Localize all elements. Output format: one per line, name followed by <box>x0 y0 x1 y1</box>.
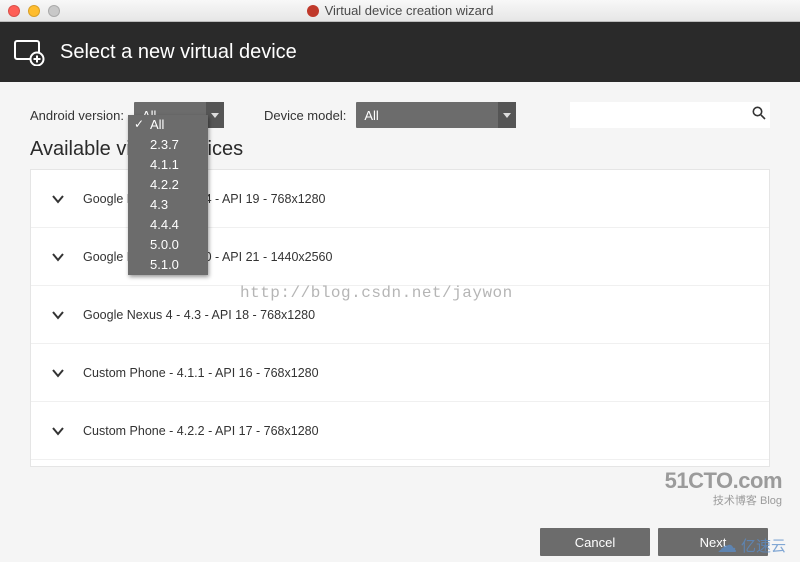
dropdown-option[interactable]: 4.4.4 <box>128 215 208 235</box>
close-icon[interactable] <box>8 5 20 17</box>
maximize-icon <box>48 5 60 17</box>
dropdown-option[interactable]: 5.1.0 <box>128 255 208 275</box>
chevron-down-icon <box>49 248 67 266</box>
list-item[interactable]: Custom Phone - 4.2.2 - API 17 - 768x1280 <box>31 402 769 460</box>
dropdown-option[interactable]: 4.2.2 <box>128 175 208 195</box>
window-title: Virtual device creation wizard <box>0 3 800 18</box>
device-model-value: All <box>364 108 378 123</box>
window-titlebar: Virtual device creation wizard <box>0 0 800 22</box>
wizard-header: Select a new virtual device <box>0 22 800 82</box>
dropdown-option[interactable]: 4.1.1 <box>128 155 208 175</box>
app-icon <box>307 5 319 17</box>
watermark-51cto-sub: 技术博客 Blog <box>665 492 782 508</box>
chevron-down-icon <box>49 190 67 208</box>
search-field[interactable] <box>576 108 752 123</box>
dropdown-option[interactable]: All <box>128 115 208 135</box>
search-icon <box>752 106 766 124</box>
cancel-button[interactable]: Cancel <box>540 528 650 556</box>
android-version-dropdown[interactable]: All 2.3.7 4.1.1 4.2.2 4.3 4.4.4 5.0.0 5.… <box>128 115 208 275</box>
wizard-footer: Cancel Next <box>540 528 768 556</box>
dropdown-option[interactable]: 5.0.0 <box>128 235 208 255</box>
filter-bar: Android version: All Device model: All <box>0 82 800 138</box>
page-title: Select a new virtual device <box>60 41 297 64</box>
device-model-select[interactable]: All <box>356 102 516 128</box>
chevron-down-icon <box>49 422 67 440</box>
window-title-text: Virtual device creation wizard <box>325 3 494 18</box>
chevron-down-icon <box>498 102 516 128</box>
device-label: Google Nexus 4 - 4.3 - API 18 - 768x1280 <box>83 308 315 322</box>
android-version-label: Android version: <box>30 108 124 123</box>
watermark-51cto: 51CTO.com 技术博客 Blog <box>665 470 782 508</box>
section-title: Available virtual devices <box>0 138 800 169</box>
device-model-label: Device model: <box>264 108 346 123</box>
chevron-down-icon <box>49 364 67 382</box>
list-item[interactable]: Google Nexus 4 - 4.3 - API 18 - 768x1280 <box>31 286 769 344</box>
next-button[interactable]: Next <box>658 528 768 556</box>
add-device-icon <box>14 38 46 66</box>
chevron-down-icon <box>206 102 224 128</box>
watermark-51cto-text: 51CTO.com <box>665 470 782 492</box>
minimize-icon[interactable] <box>28 5 40 17</box>
dropdown-option[interactable]: 4.3 <box>128 195 208 215</box>
list-item[interactable]: Custom Phone - 4.1.1 - API 16 - 768x1280 <box>31 344 769 402</box>
dropdown-option[interactable]: 2.3.7 <box>128 135 208 155</box>
chevron-down-icon <box>49 306 67 324</box>
device-label: Custom Phone - 4.2.2 - API 17 - 768x1280 <box>83 424 319 438</box>
device-label: Custom Phone - 4.1.1 - API 16 - 768x1280 <box>83 366 319 380</box>
traffic-lights <box>8 5 60 17</box>
search-input[interactable] <box>570 102 770 128</box>
